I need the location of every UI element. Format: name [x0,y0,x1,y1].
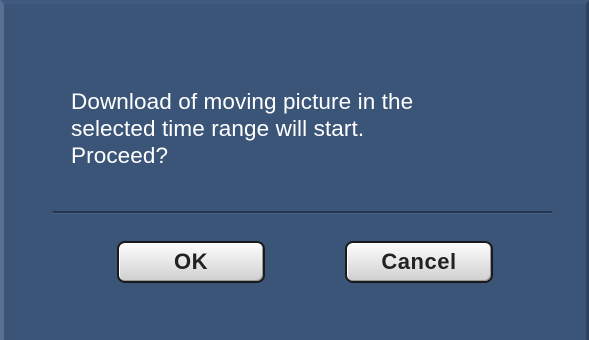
cancel-button[interactable]: Cancel [345,241,493,283]
ok-button-label: OK [174,249,208,274]
confirm-dialog: Download of moving picture in the select… [0,0,589,340]
message-line-2: selected time range will start. [71,116,365,141]
ok-button[interactable]: OK [117,241,265,283]
dialog-divider [53,211,552,214]
dialog-message: Download of moving picture in the select… [71,88,551,169]
message-line-3: Proceed? [71,143,169,168]
message-line-1: Download of moving picture in the [71,89,414,114]
cancel-button-label: Cancel [381,249,457,274]
